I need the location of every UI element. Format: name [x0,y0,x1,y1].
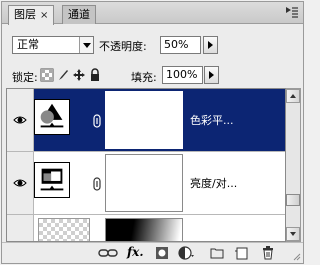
trash-icon[interactable] [261,246,275,260]
scrollbar[interactable] [286,88,301,242]
eye-icon[interactable] [13,115,27,125]
layer-row[interactable]: 亮度/对... [7,152,285,215]
blend-mode-select[interactable]: 正常 [12,36,94,54]
color-balance-icon [34,99,70,135]
chevron-down-icon[interactable] [79,37,93,53]
lock-position-icon[interactable] [72,68,86,82]
layer-mask-thumbnail[interactable] [105,91,183,149]
eye-icon[interactable] [13,178,27,188]
close-icon[interactable]: × [40,10,48,21]
scroll-thumb[interactable] [286,194,300,206]
opacity-slider-button[interactable] [203,36,218,54]
tab-layers[interactable]: 图层 × [8,5,55,25]
fill-slider-button[interactable] [204,66,219,84]
lock-label: 锁定: [12,71,38,84]
link-icon[interactable] [93,177,101,191]
fill-field[interactable]: 100% [162,66,203,84]
lock-pixels-icon[interactable] [56,68,70,82]
scroll-up-button[interactable] [286,89,300,103]
layer-name[interactable]: 亮度/对... [190,175,237,191]
new-layer-icon[interactable] [234,246,248,260]
layer-name[interactable]: 色彩平... [190,112,234,128]
layer-mask-thumbnail[interactable] [105,154,183,212]
fx-icon[interactable]: fx. [127,246,144,260]
visibility-cell [7,152,34,214]
tab-layers-label: 图层 [14,8,36,21]
gradient-thumbnail[interactable] [105,218,183,241]
resize-grip-icon[interactable] [291,251,301,261]
blend-row: 正常 不透明度: 50% [2,36,303,56]
add-mask-icon[interactable] [155,246,169,260]
visibility-cell [7,215,34,241]
lock-row: 锁定: 填充: 100% [2,66,303,86]
tab-channels-label: 通道 [68,8,90,21]
opacity-field[interactable]: 50% [160,36,201,54]
adjustment-layer-icon[interactable] [178,246,194,260]
tab-channels[interactable]: 通道 [62,5,96,24]
layers-panel: 图层 × 通道 正常 不透明度: 50% 锁定: 填充: 100% 色彩平...… [1,1,304,264]
lock-transparency-icon[interactable] [40,68,54,82]
blend-mode-value: 正常 [17,38,39,51]
layer-thumbnail[interactable] [38,218,90,241]
brightness-contrast-icon [34,162,70,198]
lock-all-icon[interactable] [88,68,102,82]
fill-label: 填充: [131,71,157,84]
folder-icon[interactable] [210,246,224,260]
link-layers-icon[interactable] [98,246,118,260]
link-icon[interactable] [93,114,101,128]
layer-row[interactable] [7,215,285,241]
bottom-toolbar: fx. [2,242,303,263]
tab-bar: 图层 × 通道 [2,2,303,25]
layer-row[interactable]: 色彩平... [7,89,285,152]
visibility-cell [7,89,34,151]
layers-list: 色彩平... 亮度/对... [6,88,286,242]
opacity-label: 不透明度: [99,40,147,53]
panel-menu-icon[interactable] [285,6,299,19]
scroll-down-button[interactable] [286,227,300,241]
